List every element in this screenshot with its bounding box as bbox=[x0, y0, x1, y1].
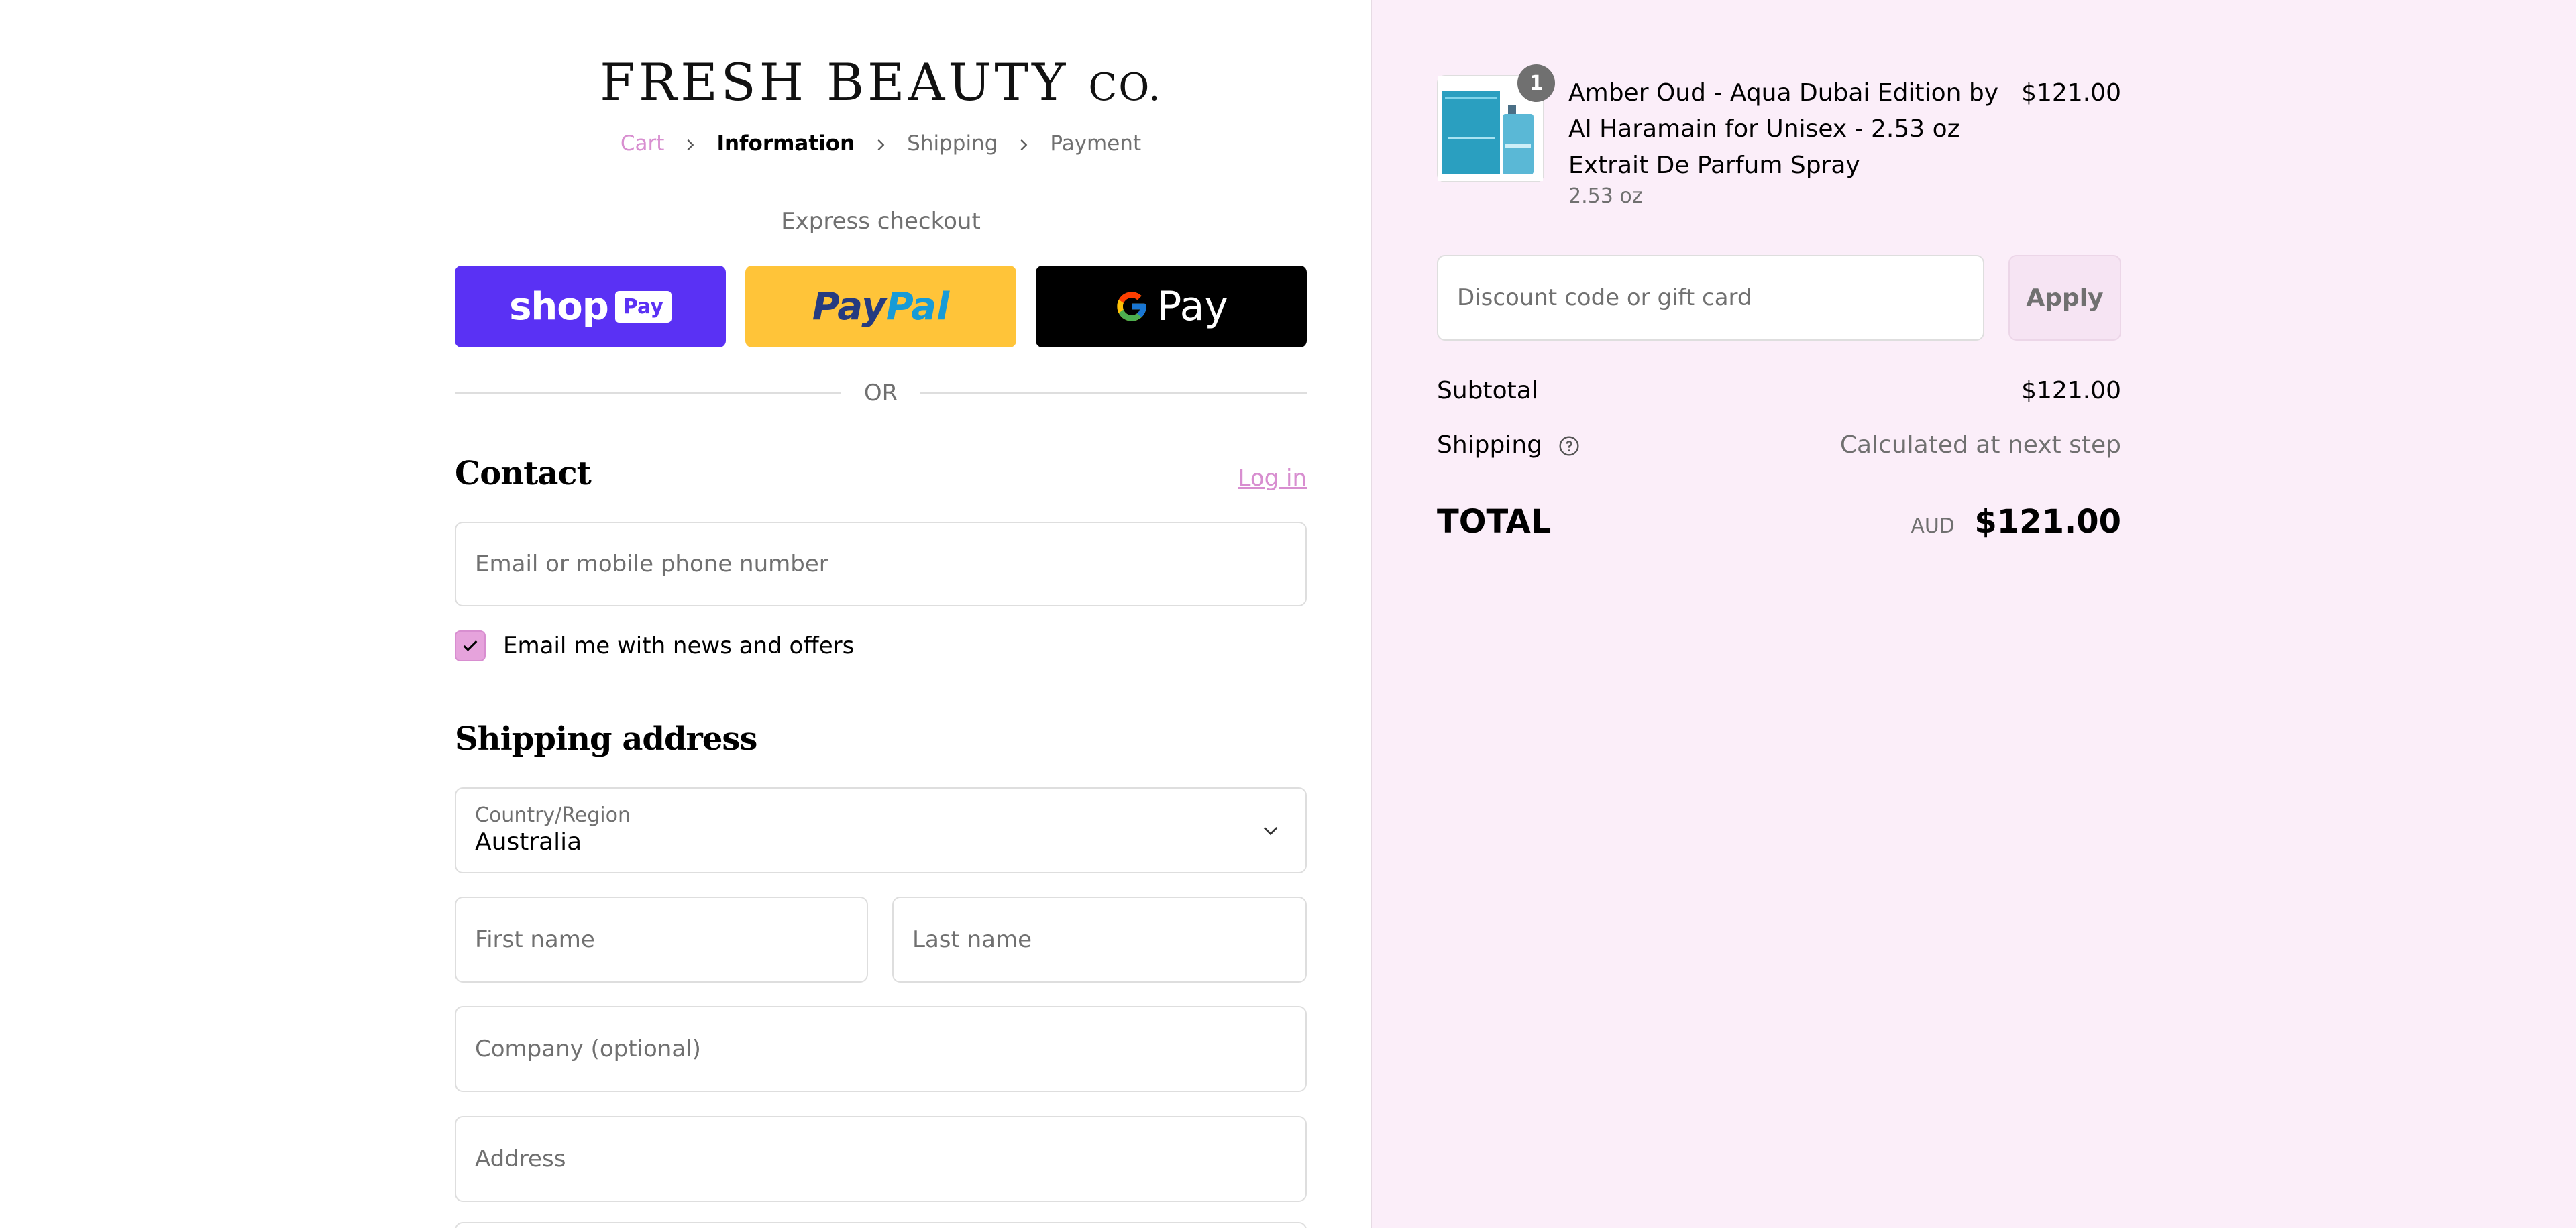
shipping-row: Shipping Calculated at next step bbox=[1437, 431, 2121, 459]
discount-input[interactable] bbox=[1457, 284, 1964, 311]
last-name-input[interactable] bbox=[912, 926, 1287, 953]
order-summary-panel bbox=[1371, 0, 2576, 1228]
country-select[interactable]: Country/Region Australia bbox=[455, 787, 1307, 873]
product-variant: 2.53 oz bbox=[1568, 184, 1643, 208]
address-input[interactable] bbox=[475, 1146, 1287, 1172]
shop-pay-box: Pay bbox=[614, 290, 672, 323]
google-pay-button[interactable]: Pay bbox=[1036, 266, 1307, 347]
divider-line bbox=[455, 392, 841, 394]
country-label: Country/Region bbox=[475, 803, 631, 827]
subtotal-label: Subtotal bbox=[1437, 377, 1538, 404]
shop-pay-logo: shop bbox=[509, 284, 609, 329]
newsletter-checkbox[interactable] bbox=[455, 630, 486, 661]
or-divider: OR bbox=[455, 380, 1307, 406]
total-value: $121.00 bbox=[1974, 503, 2121, 541]
apply-button[interactable]: Apply bbox=[2008, 255, 2121, 341]
newsletter-label: Email me with news and offers bbox=[503, 632, 855, 659]
subtotal-value: $121.00 bbox=[2021, 377, 2121, 404]
shipping-label: Shipping bbox=[1437, 431, 1543, 459]
first-name-field[interactable] bbox=[455, 897, 868, 983]
quantity-badge: 1 bbox=[1517, 64, 1555, 102]
discount-field[interactable] bbox=[1437, 255, 1984, 341]
total-currency: AUD bbox=[1911, 514, 1955, 538]
product-name: Amber Oud - Aqua Dubai Edition by Al Har… bbox=[1568, 79, 1999, 179]
breadcrumb: Cart Information Shipping Payment bbox=[455, 131, 1307, 156]
checkmark-icon bbox=[463, 640, 478, 651]
express-checkout-label: Express checkout bbox=[781, 208, 981, 235]
email-input[interactable] bbox=[475, 551, 1287, 577]
divider-line bbox=[920, 392, 1307, 394]
next-field[interactable] bbox=[455, 1222, 1307, 1228]
breadcrumb-information: Information bbox=[716, 131, 855, 156]
shipping-value: Calculated at next step bbox=[1839, 431, 2121, 459]
breadcrumb-cart[interactable]: Cart bbox=[616, 131, 669, 156]
shop-pay-button[interactable]: shop Pay bbox=[455, 266, 726, 347]
shipping-address-title: Shipping address bbox=[455, 720, 757, 758]
chevron-down-icon bbox=[1263, 827, 1278, 836]
chevron-right-icon bbox=[859, 131, 903, 156]
help-circle-icon[interactable] bbox=[1558, 435, 1580, 457]
chevron-right-icon bbox=[1002, 131, 1046, 156]
breadcrumb-shipping: Shipping bbox=[907, 131, 998, 156]
express-checkout-buttons: shop Pay PayPal Pay bbox=[455, 266, 1307, 347]
first-name-input[interactable] bbox=[475, 926, 848, 953]
paypal-logo: PayPal bbox=[812, 284, 950, 329]
store-suffix: CO. bbox=[1088, 66, 1162, 109]
or-label: OR bbox=[863, 380, 898, 406]
google-g-icon bbox=[1117, 292, 1146, 321]
subtotal-row: Subtotal $121.00 bbox=[1437, 377, 2121, 404]
store-name: FRESH BEAUTY bbox=[600, 52, 1069, 112]
email-field[interactable] bbox=[455, 522, 1307, 606]
google-pay-label: Pay bbox=[1157, 283, 1228, 330]
paypal-button[interactable]: PayPal bbox=[745, 266, 1016, 347]
company-field[interactable] bbox=[455, 1006, 1307, 1092]
address-field[interactable] bbox=[455, 1116, 1307, 1202]
breadcrumb-payment: Payment bbox=[1050, 131, 1142, 156]
country-value: Australia bbox=[475, 828, 582, 856]
total-label: TOTAL bbox=[1437, 503, 1552, 541]
last-name-field[interactable] bbox=[892, 897, 1307, 983]
total-row: TOTAL AUD $121.00 bbox=[1437, 503, 2121, 541]
product-price: $121.00 bbox=[2021, 79, 2121, 107]
store-logo[interactable]: FRESH BEAUTY CO. bbox=[455, 52, 1307, 112]
contact-title: Contact bbox=[455, 455, 592, 492]
company-input[interactable] bbox=[475, 1036, 1287, 1062]
chevron-right-icon bbox=[668, 131, 712, 156]
login-link[interactable]: Log in bbox=[1238, 465, 1307, 492]
newsletter-checkbox-row[interactable]: Email me with news and offers bbox=[455, 630, 854, 661]
